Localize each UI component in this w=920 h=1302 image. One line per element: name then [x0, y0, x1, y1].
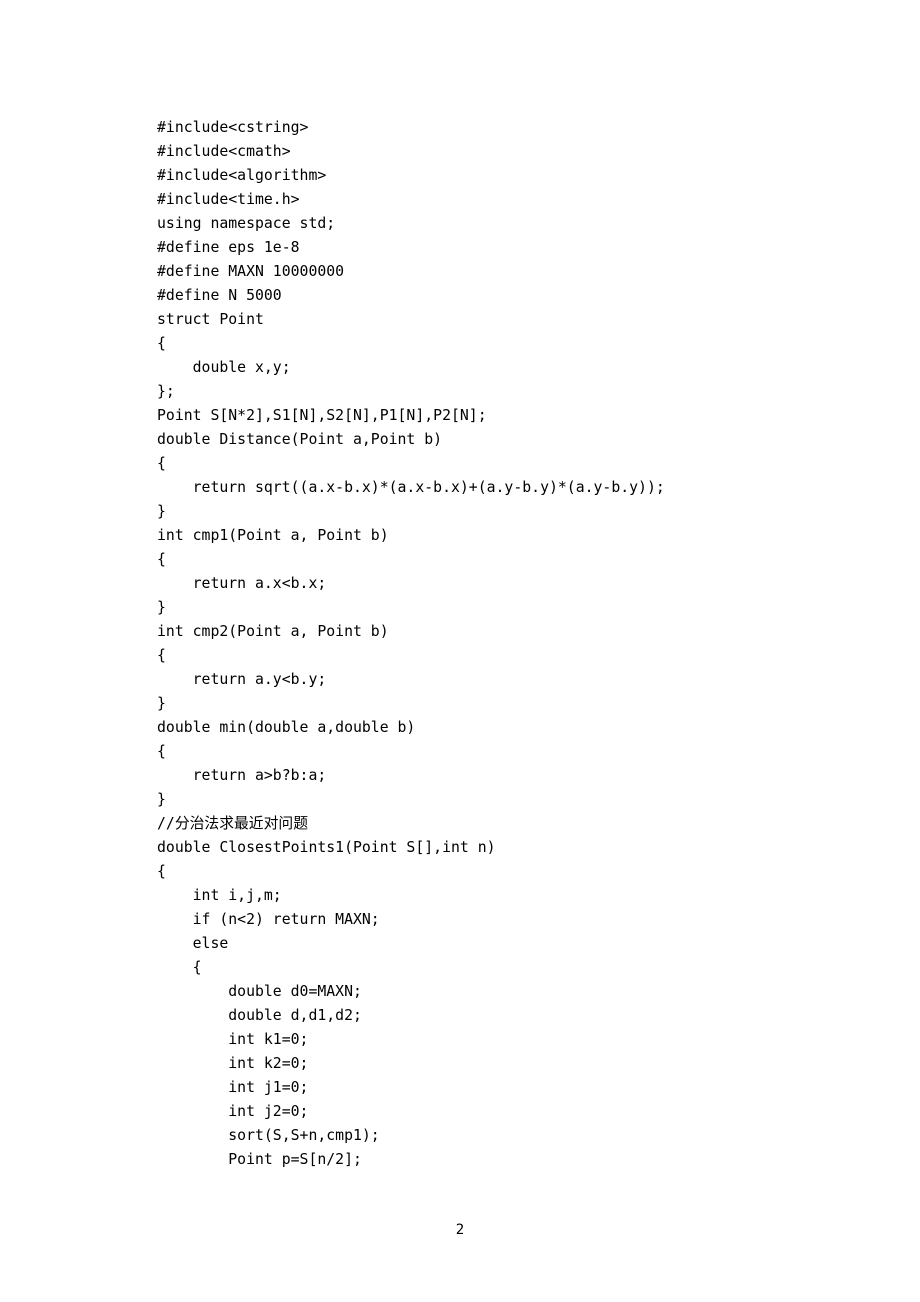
code-line: { [157, 860, 920, 884]
code-line: //分治法求最近对问题 [157, 812, 920, 836]
code-line: Point p=S[n/2]; [157, 1148, 920, 1172]
code-line: { [157, 956, 920, 980]
code-line: using namespace std; [157, 212, 920, 236]
code-line: #define MAXN 10000000 [157, 260, 920, 284]
code-line: int cmp2(Point a, Point b) [157, 620, 920, 644]
code-line: int k1=0; [157, 1028, 920, 1052]
code-line: double ClosestPoints1(Point S[],int n) [157, 836, 920, 860]
code-line: return sqrt((a.x-b.x)*(a.x-b.x)+(a.y-b.y… [157, 476, 920, 500]
code-line: int k2=0; [157, 1052, 920, 1076]
code-line: #include<cstring> [157, 116, 920, 140]
code-line: double d0=MAXN; [157, 980, 920, 1004]
code-block: #include<cstring>#include<cmath>#include… [157, 116, 920, 1172]
code-line: double Distance(Point a,Point b) [157, 428, 920, 452]
code-line: else [157, 932, 920, 956]
code-line: #define N 5000 [157, 284, 920, 308]
code-line: double min(double a,double b) [157, 716, 920, 740]
code-line: return a>b?b:a; [157, 764, 920, 788]
code-line: int j2=0; [157, 1100, 920, 1124]
code-line: double x,y; [157, 356, 920, 380]
code-line: double d,d1,d2; [157, 1004, 920, 1028]
code-line: } [157, 788, 920, 812]
code-line: { [157, 332, 920, 356]
code-line: sort(S,S+n,cmp1); [157, 1124, 920, 1148]
code-line: } [157, 692, 920, 716]
code-line: { [157, 548, 920, 572]
code-line: #include<cmath> [157, 140, 920, 164]
code-line: } [157, 500, 920, 524]
code-line: { [157, 452, 920, 476]
code-line: return a.x<b.x; [157, 572, 920, 596]
code-line: #include<algorithm> [157, 164, 920, 188]
code-line: #include<time.h> [157, 188, 920, 212]
code-line: Point S[N*2],S1[N],S2[N],P1[N],P2[N]; [157, 404, 920, 428]
code-line: int cmp1(Point a, Point b) [157, 524, 920, 548]
page-number: 2 [0, 1218, 920, 1242]
code-line: return a.y<b.y; [157, 668, 920, 692]
code-line: int i,j,m; [157, 884, 920, 908]
code-line: }; [157, 380, 920, 404]
document-page: #include<cstring>#include<cmath>#include… [0, 0, 920, 1302]
code-line: int j1=0; [157, 1076, 920, 1100]
code-line: } [157, 596, 920, 620]
code-line: { [157, 644, 920, 668]
code-line: if (n<2) return MAXN; [157, 908, 920, 932]
code-line: { [157, 740, 920, 764]
code-line: struct Point [157, 308, 920, 332]
code-line: #define eps 1e-8 [157, 236, 920, 260]
